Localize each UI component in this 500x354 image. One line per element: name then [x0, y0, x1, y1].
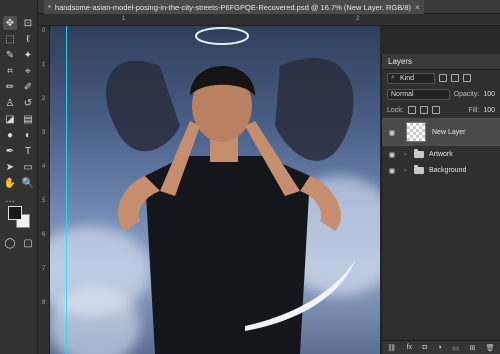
adjustment-filter-icon[interactable] [451, 74, 459, 82]
eraser-tool-icon[interactable]: ◪ [3, 112, 17, 126]
folder-icon[interactable]: ▭ [452, 344, 459, 352]
type-filter-icon[interactable] [463, 74, 471, 82]
folder-icon [414, 148, 424, 158]
image-canvas[interactable] [50, 26, 380, 354]
ruler-tick: 7 [42, 266, 46, 272]
quick-mask-icon[interactable]: ◯ [3, 236, 17, 250]
ruler-tick: 2 [356, 16, 360, 22]
eyedropper-tool-icon[interactable]: ⌖ [21, 64, 35, 78]
move-tool-icon[interactable]: ✥ [3, 16, 17, 30]
pixel-filter-icon[interactable] [439, 74, 447, 82]
crop-tool-icon[interactable]: ⌗ [3, 64, 17, 78]
modified-marker: * [48, 2, 51, 12]
document-title: handsome-asian-model-posing-in-the-city-… [54, 2, 412, 12]
layer-name: New Layer [432, 128, 466, 136]
close-tab-icon[interactable]: × [415, 3, 420, 12]
trash-icon[interactable]: 🗑 [486, 344, 495, 352]
marquee-tool-icon[interactable]: ⬚ [3, 32, 17, 46]
blend-mode-value: Normal [391, 90, 414, 98]
screen-mode-icon[interactable]: ▢ [21, 236, 35, 250]
lock-label: Lock: [387, 106, 404, 114]
adjustment-icon[interactable]: ◑ [437, 344, 441, 351]
expand-chevron-icon[interactable]: › [404, 167, 412, 174]
quick-select-tool-icon[interactable]: ✎ [3, 48, 17, 62]
dodge-tool-icon[interactable]: ◐ [21, 128, 35, 142]
shape-tool-icon[interactable]: ▭ [21, 160, 35, 174]
zoom-tool-icon[interactable]: 🔍 [21, 176, 35, 190]
tools-panel: ✥ ⊡ ⬚ ℓ ✎ ✦ ⌗ ⌖ ✏ ✐ ♙ ↺ ◪ ▤ ● ◐ ✒ T ➤ ▭ … [0, 0, 38, 354]
link-icon[interactable]: ⛓ [387, 344, 396, 352]
layer-filter-kind-select[interactable]: ⌕ Kind [387, 72, 435, 84]
expand-chevron-icon[interactable]: › [404, 151, 412, 158]
pen-tool-icon[interactable]: ✒ [3, 144, 17, 158]
blend-mode-select[interactable]: Normal [387, 88, 450, 100]
layers-panel: Layers ⌕ Kind Normal Opacity: 100 Lock: … [381, 54, 500, 354]
blend-row: Normal Opacity: 100 [382, 86, 500, 102]
horizontal-ruler: 1 2 [38, 14, 500, 26]
more-tools-icon[interactable]: … [3, 192, 17, 206]
ruler-tick: 1 [42, 62, 46, 68]
opacity-input[interactable]: 100 [483, 91, 495, 98]
layer-thumbnail [406, 122, 426, 142]
fx-icon[interactable]: fx [407, 344, 412, 351]
lock-transparent-icon[interactable] [407, 106, 416, 114]
path-select-tool-icon[interactable]: ➤ [3, 160, 17, 174]
guide-line [66, 26, 67, 354]
lock-row: Lock: Fill: 100 [382, 102, 500, 118]
visibility-eye-icon[interactable]: ◉ [386, 166, 398, 175]
visibility-eye-icon[interactable]: ◉ [386, 150, 398, 159]
ruler-tick: 2 [42, 96, 46, 102]
filter-kind-value: Kind [400, 74, 415, 82]
layers-panel-tab[interactable]: Layers [382, 54, 500, 70]
layer-name: Artwork [429, 150, 453, 158]
layer-row-new-layer[interactable]: ◉ New Layer [382, 118, 500, 146]
fill-input[interactable]: 100 [483, 107, 495, 114]
photoshop-window: ✥ ⊡ ⬚ ℓ ✎ ✦ ⌗ ⌖ ✏ ✐ ♙ ↺ ◪ ▤ ● ◐ ✒ T ➤ ▭ … [0, 0, 500, 354]
history-brush-tool-icon[interactable]: ↺ [21, 96, 35, 110]
opacity-label: Opacity: [453, 90, 480, 98]
ruler-tick: 1 [122, 16, 126, 22]
fill-label: Fill: [468, 106, 480, 114]
clone-stamp-tool-icon[interactable]: ♙ [3, 96, 17, 110]
layer-row-background[interactable]: ◉ › Background [382, 162, 500, 178]
visibility-eye-icon[interactable]: ◉ [386, 128, 398, 137]
lock-pixels-icon[interactable] [419, 106, 428, 114]
search-icon: ⌕ [391, 73, 395, 81]
layer-filter-row: ⌕ Kind [382, 70, 500, 86]
layer-name: Background [429, 166, 467, 174]
folder-icon [414, 164, 424, 174]
foreground-color-swatch[interactable] [8, 206, 22, 220]
layer-row-artwork[interactable]: ◉ › Artwork [382, 146, 500, 162]
ruler-tick: 8 [42, 300, 46, 306]
gradient-tool-icon[interactable]: ▤ [21, 112, 35, 126]
new-layer-icon[interactable]: ⊞ [469, 344, 475, 352]
artwork-illustration [105, 27, 355, 354]
mask-icon[interactable]: ◘ [423, 344, 427, 351]
vertical-ruler: 0 1 2 3 4 5 6 7 8 [38, 26, 50, 354]
lock-position-icon[interactable] [431, 106, 440, 114]
magic-wand-tool-icon[interactable]: ✦ [21, 48, 35, 62]
ruler-tick: 6 [42, 232, 46, 238]
layers-panel-title: Layers [388, 57, 413, 66]
ruler-tick: 0 [42, 28, 46, 34]
brush-tool-icon[interactable]: ✏ [3, 80, 17, 94]
ruler-tick: 5 [42, 198, 46, 204]
lasso-tool-icon[interactable]: ℓ [21, 32, 35, 46]
type-tool-icon[interactable]: T [21, 144, 35, 158]
hand-tool-icon[interactable]: ✋ [3, 176, 17, 190]
document-tab-bar: * handsome-asian-model-posing-in-the-cit… [38, 0, 500, 14]
layers-panel-footer: ⛓ fx ◘ ◑ ▭ ⊞ 🗑 [382, 340, 500, 354]
ruler-tick: 4 [42, 164, 46, 170]
ruler-tick: 3 [42, 130, 46, 136]
document-tab[interactable]: * handsome-asian-model-posing-in-the-cit… [44, 0, 424, 14]
pencil-tool-icon[interactable]: ✐ [21, 80, 35, 94]
artboard-tool-icon[interactable]: ⊡ [21, 16, 35, 30]
blur-tool-icon[interactable]: ● [3, 128, 17, 142]
